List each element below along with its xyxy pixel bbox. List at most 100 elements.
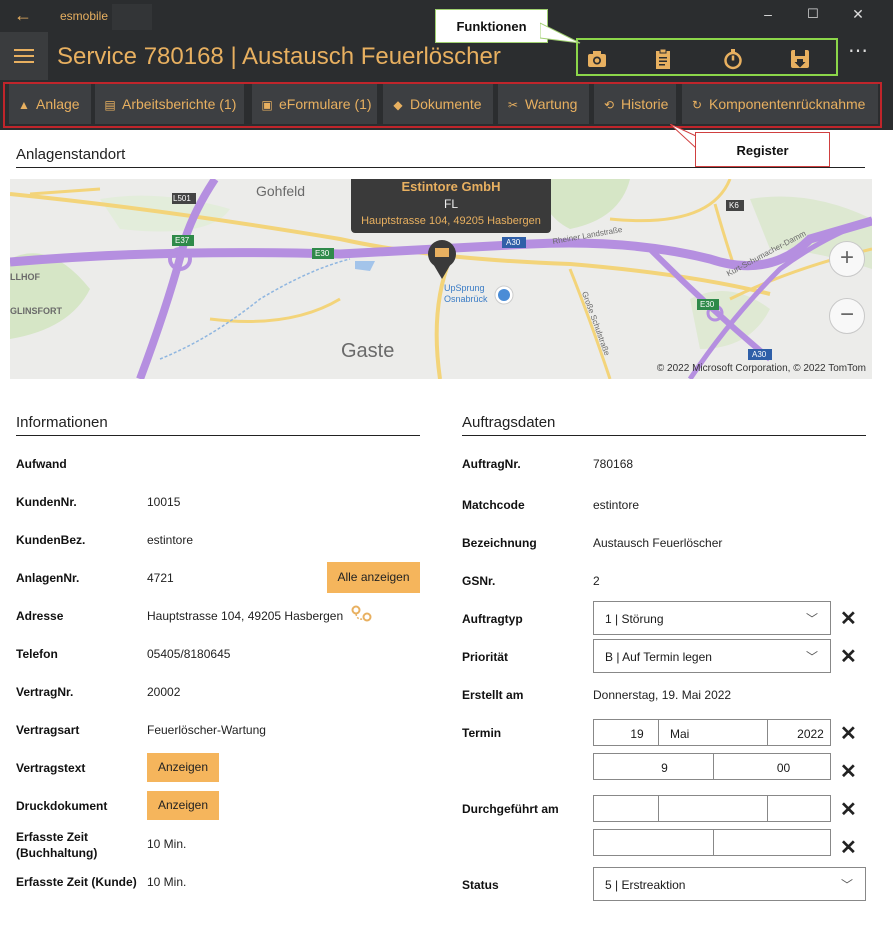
completed-time-picker[interactable] [593,829,831,856]
time-minute: 00 [776,761,791,775]
order-label: Auftragtyp [462,612,523,626]
tab-dokumente-icon: ◆ [393,98,403,112]
order-label: Durchgeführt am [462,802,559,816]
status-value: 5 | Erstreaktion [605,878,686,892]
tab-historie[interactable]: ⟲ Historie [594,84,676,124]
tab-eformulare-icon: ▣ [261,98,273,112]
order-type-select[interactable]: 1 | Störung ﹀ [593,601,831,635]
info-label: VertragNr. [16,685,74,699]
info-value: estintore [147,533,194,547]
order-label: GSNr. [462,574,496,588]
info-label: Vertragsart [16,723,80,737]
order-label: Matchcode [462,498,525,512]
zoom-out-button[interactable]: − [829,298,865,334]
location-map[interactable]: L501 E37 E30 A30 K6 E30 A30 Gohfeld LLHO… [10,179,872,379]
info-value: 10 Min. [147,875,187,889]
show-contract-text-button[interactable]: Anzeigen [147,753,219,782]
pin-address: Hauptstrasse 104, 49205 Hasbergen [361,215,541,227]
info-label: KundenNr. [16,495,77,509]
date-month-segment[interactable]: Mai [659,720,768,745]
tab-label: Anlage [36,96,80,112]
tab-dokumente[interactable]: ◆ Dokumente [383,84,493,124]
tab-anlage-icon: ▲ [18,98,30,112]
clear-order-type-icon[interactable]: ✕ [840,606,857,631]
info-value: 10015 [147,495,181,509]
time-hour: 9 [661,761,668,775]
tab-anlage[interactable]: ▲ Anlage [9,84,91,124]
more-options-icon[interactable]: ⋯ [848,38,869,63]
tab-komponentenruecknahme-icon: ↻ [691,98,703,112]
appointment-date-picker[interactable]: 19 Mai 2022 [593,719,831,746]
camera-icon[interactable] [586,48,608,70]
chevron-down-icon: ﹀ [805,612,818,626]
pin-code: FL [443,197,458,211]
tab-eformulare[interactable]: ▣ eFormulare (1) [252,84,377,124]
menu-button[interactable] [0,32,48,80]
show-print-document-button[interactable]: Anzeigen [147,791,219,820]
location-section-title: Anlagenstandort [16,146,865,168]
clear-appointment-time-icon[interactable]: ✕ [840,759,857,784]
tab-historie-icon: ⟲ [603,98,615,112]
maximize-button[interactable]: ☐ [803,6,823,22]
map-pin-tooltip: Estintore GmbH FL Hauptstrasse 104, 4920… [351,179,551,233]
matchcode-value: estintore [593,498,640,512]
app-name: esmobile [60,9,109,23]
time-minute-segment[interactable] [714,830,831,855]
tab-wartung[interactable]: ✂ Wartung [498,84,589,124]
clear-appointment-date-icon[interactable]: ✕ [840,721,857,746]
status-select[interactable]: 5 | Erstreaktion ﹀ [593,867,866,901]
appointment-time-picker[interactable]: 9 00 [593,753,831,780]
place-label: Gohfeld [256,183,306,199]
tab-arbeitsberichte[interactable]: ▤ Arbeitsberichte (1) [95,84,244,124]
save-icon[interactable] [789,48,811,70]
info-label: Druckdokument [16,799,108,813]
time-hour-segment[interactable] [594,830,714,855]
date-year-segment[interactable]: 2022 [768,720,831,745]
order-section-title: Auftragsdaten [462,414,866,436]
hamburger-icon-line [14,61,34,63]
pin-company: Estintore GmbH [401,179,501,194]
order-label: Status [462,878,499,892]
time-hour-segment[interactable]: 9 [594,754,714,779]
order-label: Erstellt am [462,688,524,702]
priority-select[interactable]: B | Auf Termin legen ﹀ [593,639,831,673]
date-year: 2022 [797,727,824,741]
order-label: Termin [462,726,502,740]
info-value: 05405/8180645 [147,647,231,661]
clear-priority-icon[interactable]: ✕ [840,644,857,669]
place-label: GLINSFORT [10,306,62,316]
hamburger-icon-line [14,55,34,57]
stopwatch-icon[interactable] [722,48,744,70]
place-label: LLHOF [10,272,40,282]
functions-callout-pointer [540,22,581,44]
info-value: 4721 [147,571,174,585]
route-icon[interactable] [351,605,373,623]
chevron-down-icon: ﹀ [805,650,818,664]
clear-completed-time-icon[interactable]: ✕ [840,835,857,860]
order-type-value: 1 | Störung [605,612,664,626]
date-month-segment[interactable] [659,796,768,821]
date-day-segment[interactable] [594,796,659,821]
chevron-down-icon: ﹀ [840,878,853,892]
date-year-segment[interactable] [768,796,831,821]
info-value: Hauptstrasse 104, 49205 Hasbergen [147,609,344,623]
clear-completed-date-icon[interactable]: ✕ [840,797,857,822]
back-arrow-icon[interactable]: ← [14,5,32,26]
road-label: K6 [729,201,739,210]
date-month: Mai [670,727,690,741]
info-label: AnlagenNr. [16,571,80,585]
zoom-in-button[interactable]: + [829,241,865,277]
time-minute-segment[interactable]: 00 [714,754,831,779]
close-window-button[interactable]: ✕ [848,6,868,23]
minimize-button[interactable]: – [758,6,778,22]
completed-date-picker[interactable] [593,795,831,822]
app-name-box [112,4,152,30]
order-label: AuftragNr. [462,457,521,471]
clipboard-icon[interactable] [652,48,674,70]
functions-toolbar [576,38,838,76]
show-all-button[interactable]: Alle anzeigen [327,562,420,593]
info-label: Vertragstext [16,761,86,775]
date-day-segment[interactable]: 19 [594,720,659,745]
tab-komponentenruecknahme[interactable]: ↻ Komponentenrücknahme [682,84,878,124]
order-number: 780168 [593,457,634,471]
